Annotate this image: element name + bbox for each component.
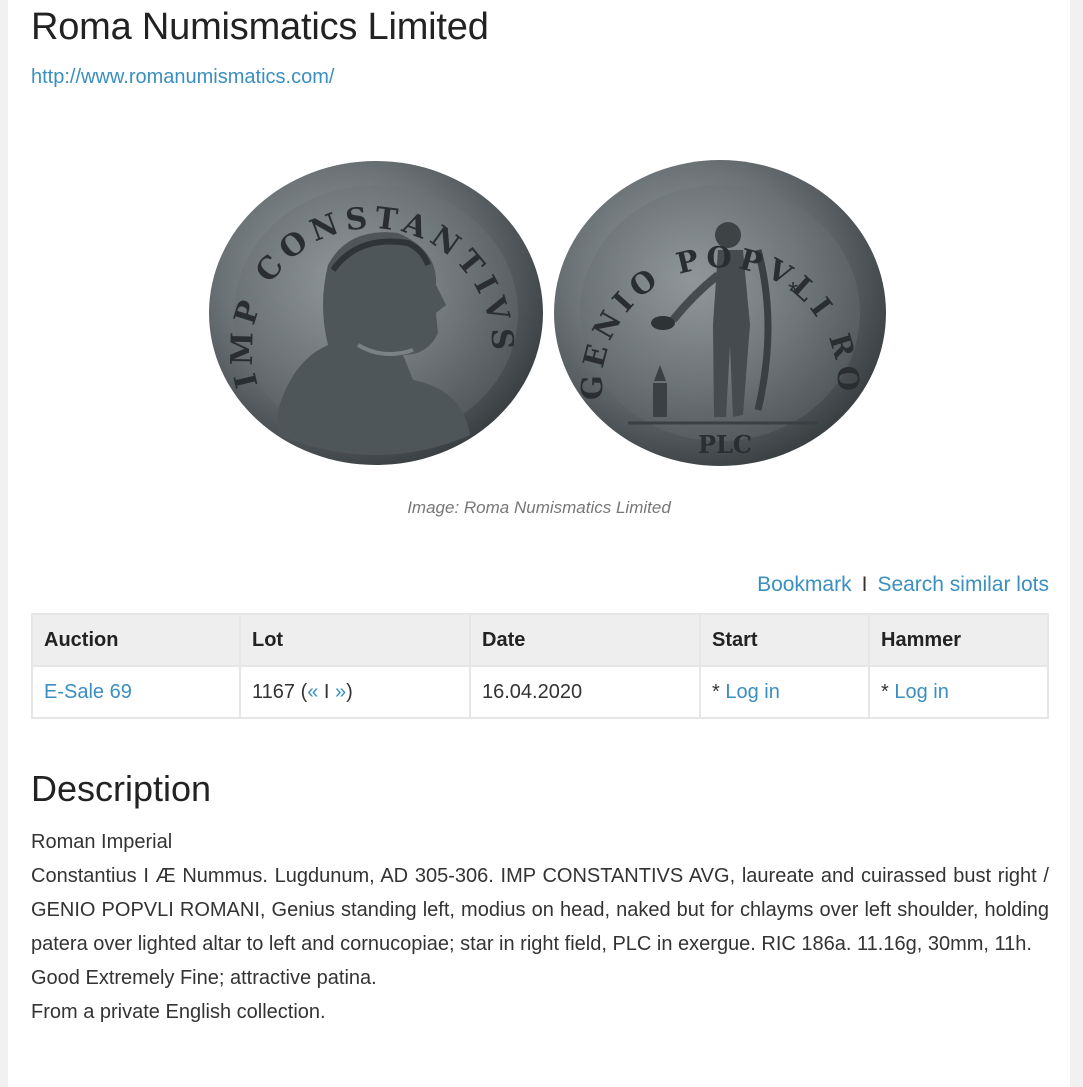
start-prefix: * xyxy=(712,680,726,703)
start-login-link[interactable]: Log in xyxy=(725,681,780,703)
auction-link[interactable]: E-Sale 69 xyxy=(44,681,132,703)
header-auction: Auction xyxy=(31,613,241,667)
table-header-row: Auction Lot Date Start Hammer xyxy=(31,613,1049,667)
page-title: Roma Numismatics Limited xyxy=(31,6,489,48)
cell-start: * Log in xyxy=(699,665,870,719)
image-caption: Image: Roma Numismatics Limited xyxy=(407,498,671,517)
description-grade: Good Extremely Fine; attractive patina. xyxy=(31,967,377,989)
description-text: Constantius I Æ Nummus. Lugdunum, AD 305… xyxy=(31,865,1049,955)
cell-date: 16.04.2020 xyxy=(469,665,701,719)
action-separator: I xyxy=(861,573,868,596)
cell-hammer: * Log in xyxy=(868,665,1049,719)
lot-table: Auction Lot Date Start Hammer E-Sale 69 … xyxy=(31,613,1049,719)
description-body: Roman Imperial Constantius I Æ Nummus. L… xyxy=(31,825,1049,1029)
description-category: Roman Imperial xyxy=(31,831,173,853)
table-row: E-Sale 69 1167 (« I ») 16.04.2020 * Log … xyxy=(31,665,1049,719)
cell-auction: E-Sale 69 xyxy=(31,665,241,719)
previous-lot-link[interactable]: « xyxy=(307,681,318,703)
description-heading: Description xyxy=(31,768,212,809)
lot-number: 1167 ( xyxy=(252,680,308,703)
coin-obverse: IMP CONSTANTIVS AVG xyxy=(182,128,543,465)
lot-close-paren: ) xyxy=(346,680,353,703)
coin-image[interactable]: IMP CONSTANTIVS AVG * PLC GENIO POP xyxy=(179,128,888,475)
bookmark-link[interactable]: Bookmark xyxy=(757,573,852,596)
header-start: Start xyxy=(699,613,870,667)
header-lot: Lot xyxy=(239,613,471,667)
hammer-prefix: * xyxy=(881,680,895,703)
lot-nav-separator: I xyxy=(318,680,336,703)
exergue-mark: PLC xyxy=(698,430,752,459)
hammer-login-link[interactable]: Log in xyxy=(894,681,949,703)
description-provenance: From a private English collection. xyxy=(31,1001,326,1023)
header-hammer: Hammer xyxy=(868,613,1049,667)
lot-actions: Bookmark I Search similar lots xyxy=(757,573,1049,597)
next-lot-link[interactable]: » xyxy=(335,681,346,703)
website-link[interactable]: http://www.romanumismatics.com/ xyxy=(31,66,334,89)
header-date: Date xyxy=(469,613,701,667)
coin-image-graphic: IMP CONSTANTIVS AVG * PLC GENIO POP xyxy=(179,128,886,466)
search-similar-link[interactable]: Search similar lots xyxy=(877,573,1049,596)
cell-lot: 1167 (« I ») xyxy=(239,665,471,719)
page: Roma Numismatics Limited http://www.roma… xyxy=(8,0,1070,1087)
